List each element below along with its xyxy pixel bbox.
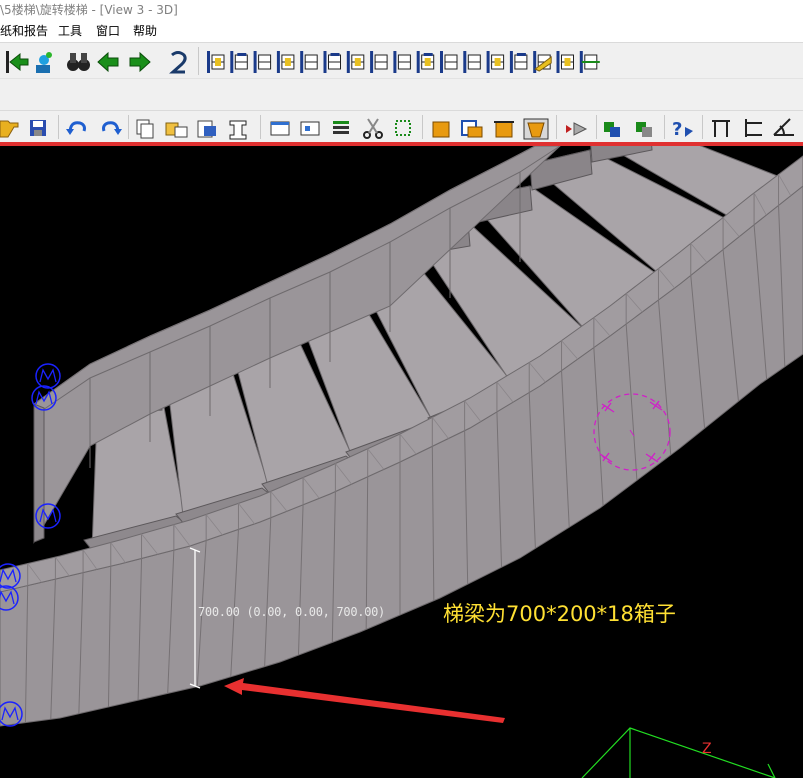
camera-icon[interactable] bbox=[36, 52, 52, 73]
scissors-icon[interactable] bbox=[363, 118, 383, 139]
menu-item-drawings-reports[interactable]: 纸和报告 bbox=[0, 21, 50, 42]
list-icon[interactable] bbox=[333, 121, 349, 134]
shear-plate-icon[interactable] bbox=[300, 51, 318, 73]
bolt-plate-icon[interactable] bbox=[509, 51, 528, 73]
axis-z-label: Z bbox=[702, 741, 712, 757]
save-icon[interactable] bbox=[30, 120, 46, 136]
cut-icon[interactable] bbox=[494, 121, 514, 138]
title-bar: \5楼梯\旋转楼梯 - [View 3 - 3D] bbox=[0, 0, 803, 21]
tee-plate-icon[interactable] bbox=[323, 51, 341, 73]
gusset-plate-icon[interactable] bbox=[486, 51, 505, 73]
menu-item-tools[interactable]: 工具 bbox=[56, 21, 84, 42]
moment-plate-icon[interactable] bbox=[463, 51, 481, 73]
window-title: \5楼梯\旋转楼梯 - [View 3 - 3D] bbox=[0, 3, 178, 17]
splice-icon[interactable] bbox=[416, 51, 435, 73]
help-icon[interactable]: ? bbox=[672, 119, 693, 140]
fit-icon[interactable] bbox=[523, 118, 549, 140]
part-icon[interactable] bbox=[432, 121, 450, 138]
menu-item-window[interactable]: 窗口 bbox=[94, 21, 122, 42]
paste-icon[interactable] bbox=[197, 120, 216, 138]
pin-plate-icon[interactable] bbox=[533, 51, 552, 73]
view-icon[interactable] bbox=[300, 121, 320, 136]
annotation-arrow bbox=[224, 678, 505, 723]
dimension-label: 700.00 (0.00, 0.00, 700.00) bbox=[198, 605, 385, 619]
arrow-right-icon[interactable] bbox=[129, 51, 151, 73]
toolbar-top bbox=[0, 42, 803, 79]
move-icon[interactable] bbox=[165, 122, 188, 138]
brace-connection-icon[interactable] bbox=[556, 51, 574, 73]
arrow-left-icon[interactable] bbox=[97, 51, 119, 73]
window-icon[interactable] bbox=[270, 121, 290, 136]
arrow-red-icon[interactable] bbox=[566, 122, 588, 136]
annotation-text: 梯梁为700*200*18箱子 bbox=[443, 602, 676, 626]
beam-end-icon[interactable] bbox=[230, 51, 248, 73]
stiffener-icon[interactable] bbox=[346, 51, 365, 73]
toolbar-spacer bbox=[0, 78, 803, 111]
dimension-angle-icon[interactable] bbox=[773, 118, 794, 136]
web-plate-icon[interactable] bbox=[370, 51, 388, 73]
member-end-marker bbox=[35, 363, 61, 389]
binoculars-icon[interactable] bbox=[67, 53, 90, 71]
dimension-v-icon[interactable] bbox=[745, 119, 762, 137]
end-plate-icon[interactable] bbox=[276, 51, 295, 73]
svg-text:?: ? bbox=[672, 119, 682, 140]
cap-plate-icon[interactable] bbox=[253, 51, 272, 73]
component2-icon[interactable] bbox=[636, 122, 652, 137]
dimension-h-icon[interactable] bbox=[712, 120, 730, 137]
component-icon[interactable] bbox=[604, 122, 620, 137]
number-2-icon[interactable] bbox=[169, 51, 187, 74]
menu-item-help[interactable]: 帮助 bbox=[131, 21, 159, 42]
column-plate-icon[interactable] bbox=[207, 51, 225, 73]
model-viewport-3d[interactable]: 700.00 (0.00, 0.00, 700.00) 梯梁为700*200*1… bbox=[0, 146, 803, 778]
open-folder-icon[interactable] bbox=[0, 120, 19, 138]
profile-icon[interactable] bbox=[229, 120, 247, 140]
select-icon[interactable] bbox=[395, 120, 411, 136]
assembly-icon[interactable] bbox=[461, 120, 483, 138]
flange-plate-icon[interactable] bbox=[440, 51, 458, 73]
anchor-icon[interactable] bbox=[579, 51, 600, 73]
back-arrow-icon[interactable] bbox=[6, 51, 29, 73]
menu-bar: 纸和报告 工具 窗口 帮助 bbox=[0, 21, 803, 42]
copy-icon[interactable] bbox=[136, 119, 154, 139]
coordinate-axis-gizmo bbox=[581, 727, 776, 778]
seat-icon[interactable] bbox=[393, 51, 411, 73]
toolbar-bottom: ? bbox=[0, 110, 803, 143]
